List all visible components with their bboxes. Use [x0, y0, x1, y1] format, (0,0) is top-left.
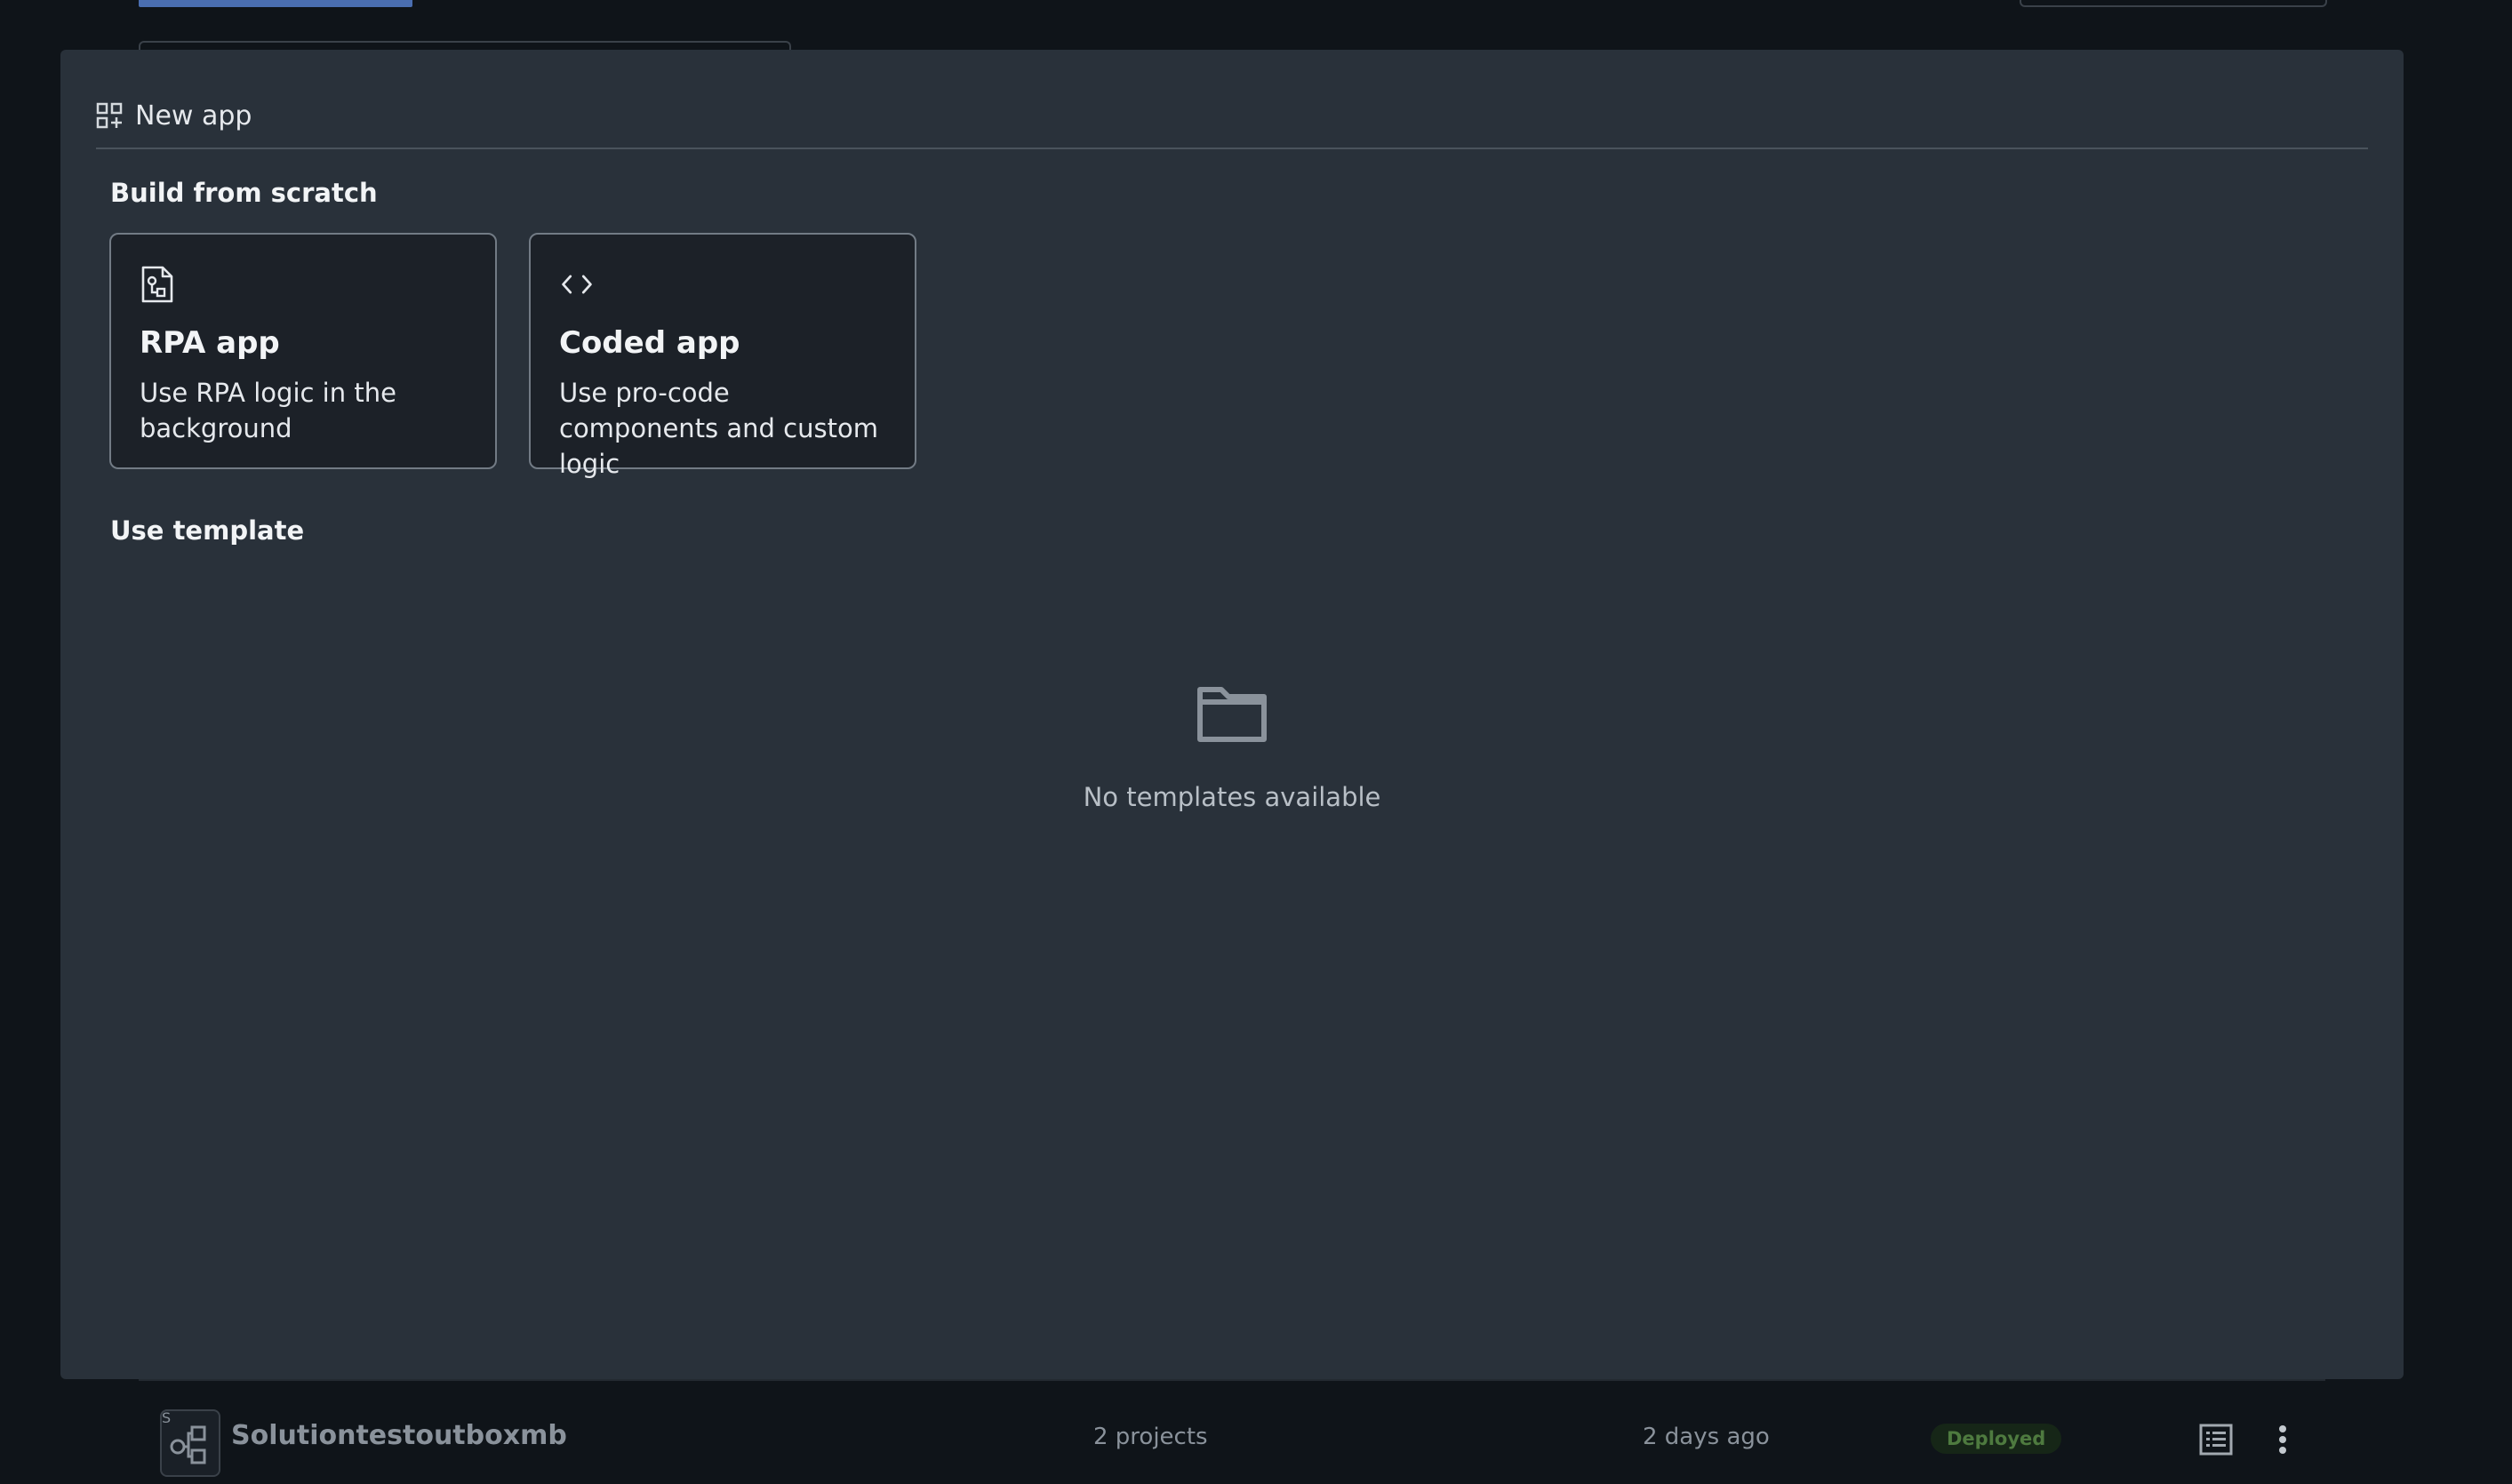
status-badge: Deployed — [1931, 1424, 2062, 1454]
rpa-document-icon — [141, 266, 173, 303]
table-row[interactable]: S Solutiontestoutboxmb 2 projects 2 days… — [139, 1397, 2325, 1482]
use-template-heading: Use template — [110, 515, 305, 546]
rpa-app-card[interactable]: RPA app Use RPA logic in the background — [109, 233, 497, 469]
solution-icon — [170, 1425, 206, 1464]
dialog-title: New app — [135, 100, 252, 132]
dialog-header: New app — [96, 98, 252, 133]
toolbar-button-edge — [2020, 0, 2327, 7]
card-description: Use pro-code components and custom logic — [559, 378, 878, 479]
folder-icon — [1197, 687, 1267, 742]
new-app-dialog: New app Build from scratch RPA app Use R… — [60, 50, 2404, 1379]
active-tab-indicator — [139, 0, 412, 7]
more-options-icon[interactable] — [2277, 1424, 2288, 1456]
card-title: Coded app — [559, 325, 740, 361]
solution-avatar: S — [160, 1409, 220, 1477]
card-description: Use RPA logic in the background — [140, 378, 396, 443]
project-count: 2 projects — [1093, 1424, 1208, 1450]
last-updated: 2 days ago — [1643, 1424, 1770, 1450]
build-from-scratch-heading: Build from scratch — [110, 178, 378, 208]
solution-name[interactable]: Solutiontestoutboxmb — [231, 1420, 567, 1451]
empty-state: No templates available — [60, 682, 2404, 812]
empty-state-text: No templates available — [1083, 782, 1381, 812]
details-icon[interactable] — [2199, 1424, 2233, 1456]
header-divider — [96, 148, 2368, 149]
card-title: RPA app — [140, 325, 280, 361]
new-app-icon — [96, 102, 123, 129]
code-brackets-icon — [562, 275, 592, 294]
table-divider — [139, 1379, 2325, 1381]
coded-app-card[interactable]: Coded app Use pro-code components and cu… — [529, 233, 916, 479]
